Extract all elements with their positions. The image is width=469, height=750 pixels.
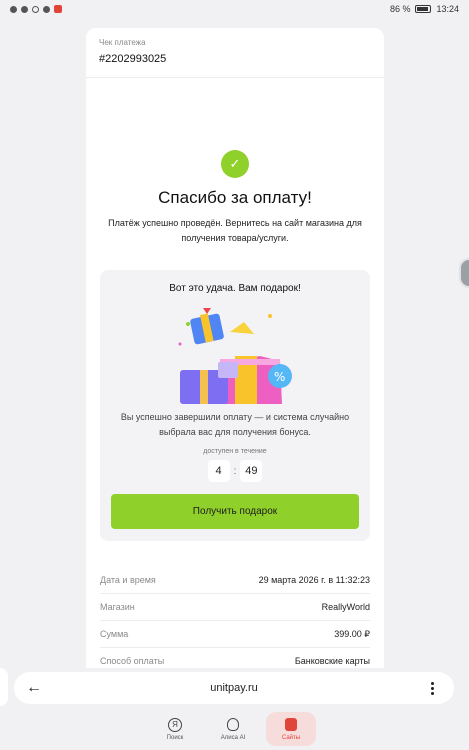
detail-row-shop: Магазин ReallyWorld bbox=[100, 594, 370, 621]
detail-key: Способ оплаты bbox=[100, 656, 165, 666]
tab-sites[interactable]: Сайты bbox=[266, 712, 316, 746]
detail-key: Дата и время bbox=[100, 575, 156, 585]
checkmark-icon: ✓ bbox=[221, 150, 249, 178]
detail-value: 399.00 ₽ bbox=[334, 628, 370, 639]
alice-icon bbox=[226, 718, 240, 732]
detail-key: Сумма bbox=[100, 629, 129, 639]
gift-block: Вот это удача. Вам подарок! % Вы успешно… bbox=[100, 270, 370, 541]
browser-address-bar[interactable]: ← unitpay.ru bbox=[14, 672, 454, 704]
detail-value: 29 марта 2026 г. в 11:32:23 bbox=[258, 575, 370, 585]
gift-title: Вот это удача. Вам подарок! bbox=[169, 283, 301, 294]
address-url[interactable]: unitpay.ru bbox=[210, 682, 258, 694]
detail-row-payment-method: Способ оплаты Банковские карты bbox=[100, 648, 370, 668]
timer-minutes: 4 bbox=[207, 460, 230, 482]
browser-bottom-tabs: Я Поиск Алиса AI Сайты bbox=[150, 712, 316, 746]
battery-percent: 86 % bbox=[389, 4, 411, 14]
lock-icon bbox=[43, 5, 50, 13]
back-arrow-icon[interactable]: ← bbox=[26, 679, 46, 697]
more-menu-icon[interactable] bbox=[422, 681, 442, 695]
success-section: ✓ Спасибо за оплату! Платёж успешно пров… bbox=[86, 78, 384, 246]
receipt-label: Чек платежа bbox=[99, 38, 146, 47]
clock: 13:24 bbox=[436, 4, 459, 14]
status-icons-left bbox=[10, 5, 62, 13]
tab-label: Поиск bbox=[166, 734, 184, 741]
detail-value: ReallyWorld bbox=[321, 602, 370, 612]
tab-alice[interactable]: Алиса AI bbox=[208, 712, 258, 746]
timer-seconds: 49 bbox=[240, 460, 263, 482]
gift-available-label: доступен в течение bbox=[203, 448, 267, 455]
wifi-icon bbox=[10, 5, 17, 13]
tab-label: Алиса AI bbox=[220, 734, 246, 741]
side-panel-handle[interactable] bbox=[0, 668, 8, 706]
receipt-number: #2202993025 bbox=[99, 53, 167, 65]
success-subtitle: Платёж успешно проведён. Вернитесь на са… bbox=[108, 218, 362, 243]
detail-row-amount: Сумма 399.00 ₽ bbox=[100, 621, 370, 648]
yandex-icon: Я bbox=[168, 717, 182, 732]
sites-icon bbox=[284, 718, 298, 732]
detail-key: Магазин bbox=[100, 602, 135, 612]
success-title: Спасибо за оплату! bbox=[158, 188, 312, 207]
gift-description: Вы успешно завершили оплату — и система … bbox=[120, 412, 350, 437]
payment-details: Дата и время 29 марта 2026 г. в 11:32:23… bbox=[100, 567, 370, 668]
timer-separator: : bbox=[233, 465, 237, 477]
status-bar: 86 % 13:24 bbox=[0, 0, 469, 18]
svg-text:%: % bbox=[274, 370, 285, 384]
battery-icon bbox=[415, 5, 432, 13]
tab-label: Сайты bbox=[281, 734, 301, 741]
payment-receipt-card: Чек платежа #2202993025 ✓ Спасибо за опл… bbox=[86, 28, 384, 668]
receipt-header: Чек платежа #2202993025 bbox=[86, 28, 384, 78]
detail-row-datetime: Дата и время 29 марта 2026 г. в 11:32:23 bbox=[100, 567, 370, 594]
gift-countdown-timer: 4 : 49 bbox=[111, 460, 359, 482]
gift-boxes-illustration: % bbox=[170, 304, 300, 404]
status-icons-right: 86 % 13:24 bbox=[390, 4, 459, 14]
detail-value: Банковские карты bbox=[294, 656, 370, 666]
app-notification-icon bbox=[54, 5, 62, 13]
notification-icon bbox=[21, 5, 28, 13]
sync-icon bbox=[32, 5, 39, 13]
get-gift-button[interactable]: Получить подарок bbox=[111, 494, 359, 529]
tab-search[interactable]: Я Поиск bbox=[150, 712, 200, 746]
floating-assistant-button[interactable] bbox=[459, 258, 469, 288]
